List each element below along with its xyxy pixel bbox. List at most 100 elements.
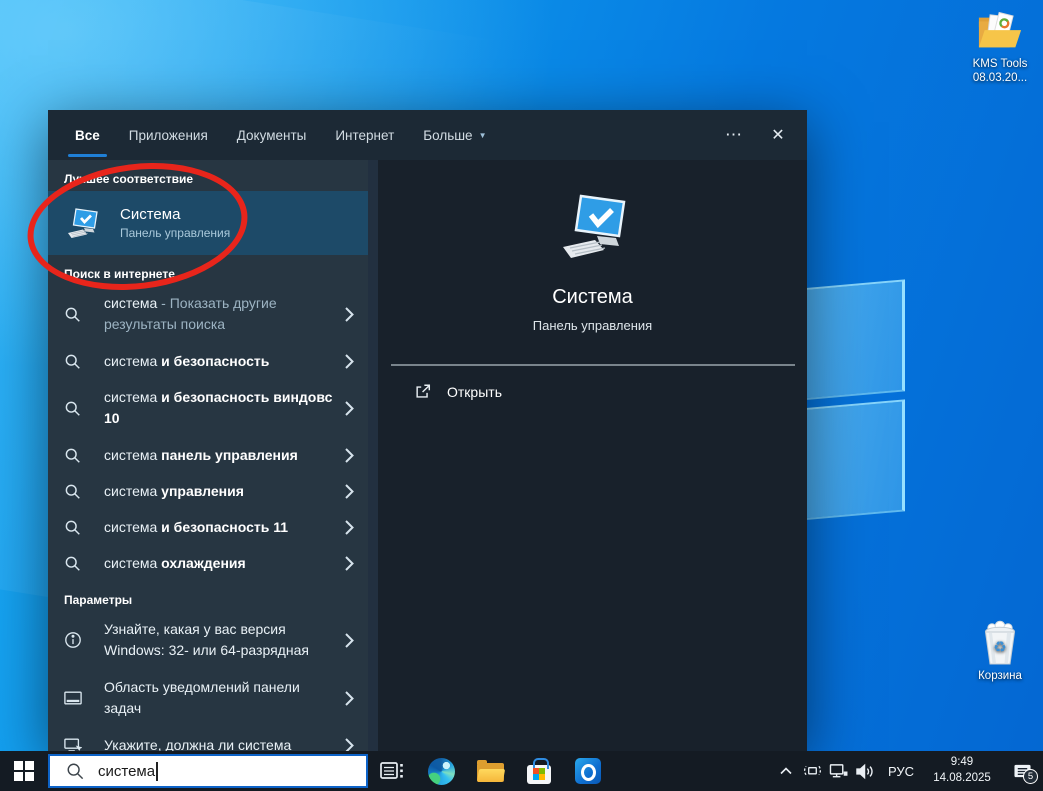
suggestion-row[interactable]: система и безопасность 11 <box>48 509 368 545</box>
system-computer-icon <box>64 205 100 241</box>
microsoft-store-icon <box>527 765 551 784</box>
close-button[interactable]: ✕ <box>761 110 795 160</box>
chevron-right-icon <box>345 484 354 499</box>
windows-logo-pane-top <box>799 279 905 400</box>
result-preview-panel: Система Панель управления Открыть <box>378 160 807 751</box>
search-icon <box>64 555 82 572</box>
tray-clock[interactable]: 9:49 14.08.2025 <box>923 751 1001 791</box>
suggestion-row[interactable]: система управления <box>48 473 368 509</box>
display-sync-icon <box>803 762 822 780</box>
info-icon <box>64 631 82 649</box>
tab-more[interactable]: Больше ▼ <box>423 110 486 160</box>
search-icon <box>64 353 82 370</box>
chevron-right-icon <box>345 401 354 416</box>
search-icon <box>64 306 82 323</box>
search-icon <box>64 519 82 536</box>
search-icon <box>64 447 82 464</box>
action-center-button[interactable]: 5 <box>1001 751 1043 791</box>
chevron-right-icon <box>345 354 354 369</box>
best-match-result-system[interactable]: Система Панель управления <box>48 191 368 255</box>
desktop-icon-recycle-bin[interactable]: ♻ Корзина <box>956 620 1043 683</box>
open-action-label: Открыть <box>447 384 502 400</box>
notification-count-badge: 5 <box>1023 769 1038 784</box>
suggestion-row[interactable]: система и безопасность <box>48 343 368 379</box>
start-button[interactable] <box>0 751 48 791</box>
task-view-icon <box>380 760 404 782</box>
tray-time: 9:49 <box>951 755 973 771</box>
section-header-best-match: Лучшее соответствие <box>64 172 352 186</box>
file-explorer-button[interactable] <box>474 751 506 791</box>
search-flyout-window: Все Приложения Документы Интернет Больше… <box>48 110 807 751</box>
chevron-right-icon <box>345 448 354 463</box>
tray-date: 14.08.2025 <box>933 771 991 787</box>
tab-documents[interactable]: Документы <box>237 110 307 160</box>
edge-icon <box>428 758 455 785</box>
settings-result-row[interactable]: Укажите, должна ли система <box>48 727 368 751</box>
windows-start-icon <box>14 761 34 781</box>
tab-all[interactable]: Все <box>75 110 100 160</box>
preview-divider <box>391 364 795 366</box>
section-header-web-search: Поиск в интернете <box>64 267 352 281</box>
suggestion-row[interactable]: система охлаждения <box>48 545 368 581</box>
desktop-icon-kms-tools[interactable]: KMS Tools 08.03.20... <box>956 10 1043 86</box>
best-match-title: Система <box>120 206 230 223</box>
settings-result-row[interactable]: Область уведомлений панели задач <box>48 669 368 727</box>
edge-browser-button[interactable] <box>425 751 457 791</box>
chevron-up-icon <box>780 767 792 775</box>
open-action[interactable]: Открыть <box>378 383 807 401</box>
chevron-right-icon <box>345 738 354 751</box>
recycle-bin-icon: ♻ <box>978 620 1022 666</box>
tray-volume-button[interactable] <box>851 751 879 791</box>
preview-subtitle: Панель управления <box>533 318 652 333</box>
task-view-button[interactable] <box>376 751 408 791</box>
chevron-right-icon <box>345 556 354 571</box>
suggestion-row[interactable]: система - Показать другие результаты пои… <box>48 285 368 343</box>
search-icon <box>64 400 82 417</box>
tray-show-hidden-icons-button[interactable] <box>773 751 799 791</box>
chevron-right-icon <box>345 520 354 535</box>
tab-apps[interactable]: Приложения <box>129 110 208 160</box>
search-query-text: система <box>98 763 155 780</box>
chevron-right-icon <box>345 307 354 322</box>
tab-web[interactable]: Интернет <box>335 110 394 160</box>
search-icon <box>66 762 84 780</box>
volume-icon <box>855 763 875 780</box>
section-header-settings: Параметры <box>64 593 352 607</box>
suggestion-row[interactable]: система и безопасность виндовс 10 <box>48 379 368 437</box>
search-filter-tab-bar: Все Приложения Документы Интернет Больше… <box>48 110 807 160</box>
desktop-icon-label: KMS Tools <box>956 57 1043 71</box>
search-icon <box>64 483 82 500</box>
preview-title: Система <box>552 286 633 309</box>
windows-logo-pane-bottom <box>799 399 905 520</box>
tray-language-indicator[interactable]: РУС <box>879 751 923 791</box>
options-ellipsis-button[interactable]: ⋯ <box>717 110 751 160</box>
chevron-right-icon <box>345 691 354 706</box>
best-match-subtitle: Панель управления <box>120 226 230 240</box>
svg-text:♻: ♻ <box>993 639 1006 656</box>
results-scrollbar[interactable] <box>368 160 378 751</box>
microsoft-store-button[interactable] <box>523 751 555 791</box>
taskbar: система <box>0 751 1043 791</box>
tray-display-sync-button[interactable] <box>799 751 825 791</box>
taskbar-search-input[interactable]: система <box>48 754 368 788</box>
folder-icon <box>977 10 1023 54</box>
suggestion-row[interactable]: система панель управления <box>48 437 368 473</box>
desktop-icon-label-2: 08.03.20... <box>956 71 1043 85</box>
taskbar-icon <box>64 690 82 706</box>
tray-network-button[interactable] <box>825 751 851 791</box>
outlook-icon <box>575 758 601 784</box>
open-window-icon <box>414 383 432 401</box>
search-results-panel: Лучшее соответствие Система Панель управ… <box>48 160 368 751</box>
settings-result-row[interactable]: Узнайте, какая у вас версия Windows: 32-… <box>48 611 368 669</box>
chevron-right-icon <box>345 633 354 648</box>
display-settings-icon <box>64 737 82 751</box>
file-explorer-icon <box>477 761 504 782</box>
desktop-icon-label: Корзина <box>956 669 1043 683</box>
ellipsis-icon: ⋯ <box>725 125 743 145</box>
close-icon: ✕ <box>771 125 784 145</box>
outlook-button[interactable] <box>572 751 604 791</box>
text-cursor <box>156 762 158 781</box>
system-computer-icon-large <box>557 190 629 262</box>
chevron-down-icon: ▼ <box>479 131 487 140</box>
network-ethernet-icon <box>829 763 848 780</box>
